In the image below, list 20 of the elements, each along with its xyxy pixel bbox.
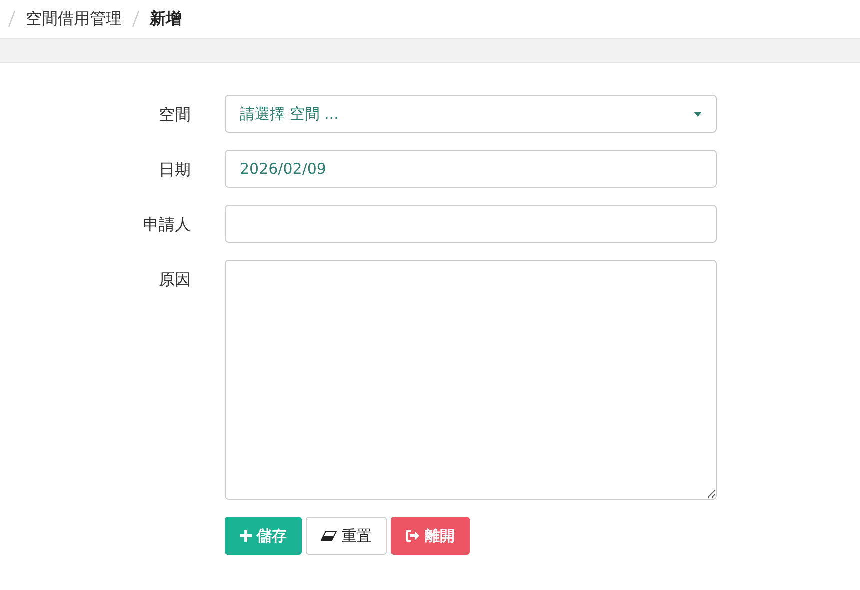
reset-button[interactable]: 重置: [306, 517, 387, 555]
exit-button[interactable]: 離開: [391, 517, 470, 555]
textarea-field[interactable]: [225, 260, 717, 500]
breadcrumb-item[interactable]: 空間借用管理: [26, 8, 122, 30]
separator-icon: [132, 10, 140, 28]
select-field[interactable]: 請選擇 空間 ...: [225, 95, 717, 133]
field-label: 原因: [158, 269, 191, 291]
save-button[interactable]: 儲存: [225, 517, 302, 555]
eraser-icon: [321, 531, 337, 541]
field-label: 日期: [158, 159, 191, 181]
breadcrumb-item: 新增: [150, 8, 182, 30]
select-placeholder: 請選擇 空間 ...: [240, 104, 339, 124]
plus-icon: [240, 530, 252, 542]
field-label: 申請人: [142, 214, 191, 236]
field-label: 空間: [158, 104, 191, 126]
separator-icon: [8, 10, 16, 28]
sign-out-icon: [406, 530, 420, 542]
input-field[interactable]: [225, 205, 717, 243]
input-field[interactable]: 2026/02/09: [225, 150, 717, 188]
caret-icon: [694, 112, 702, 116]
